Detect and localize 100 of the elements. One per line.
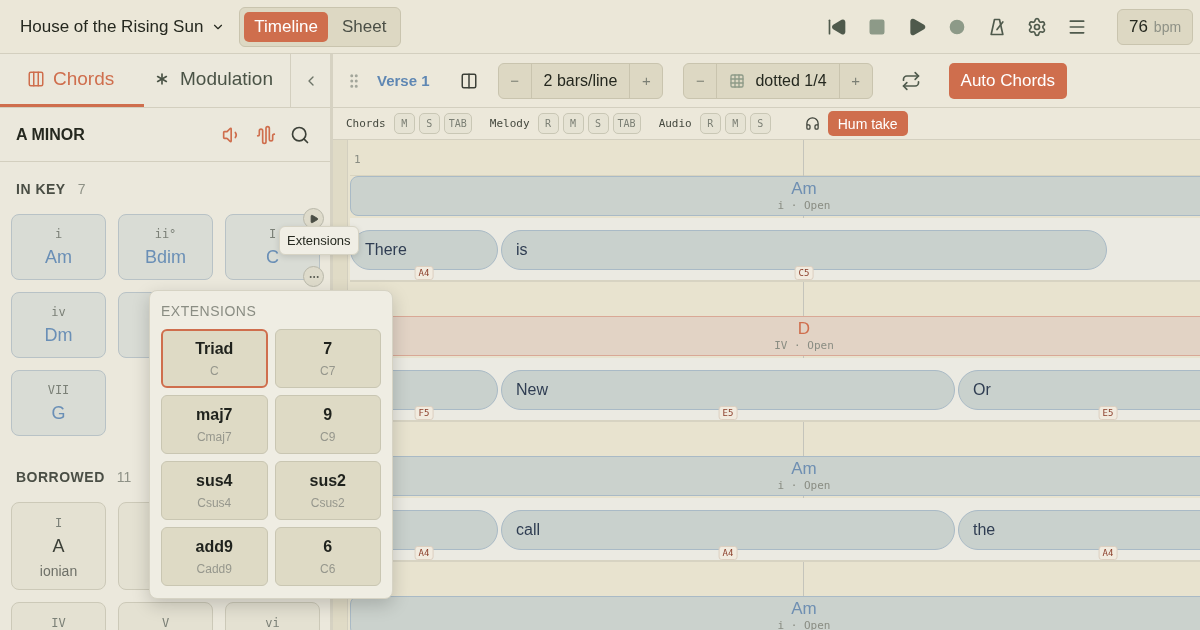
track-toggle[interactable]: M <box>393 113 415 134</box>
track-toggle[interactable]: R <box>537 113 559 134</box>
track-toggle[interactable]: M <box>724 113 746 134</box>
chord-name: Bdim <box>145 246 186 268</box>
headphones-icon[interactable] <box>804 116 820 131</box>
extension-option[interactable]: 6 C6 <box>274 527 381 586</box>
pitch-tag: F5 <box>414 406 434 420</box>
decrement-button[interactable]: − <box>684 63 717 98</box>
roman-numeral: i <box>54 226 63 241</box>
extension-option[interactable]: sus4 Csus4 <box>161 461 268 520</box>
split-view-icon[interactable] <box>459 71 478 90</box>
chord-card[interactable]: ii° Bdim <box>118 214 213 280</box>
lyric-word: is <box>516 241 528 259</box>
roman-numeral: I <box>268 226 277 241</box>
song-title-dropdown[interactable]: House of the Rising Sun <box>20 16 226 37</box>
waveform-icon[interactable] <box>256 124 276 145</box>
view-tab[interactable]: Sheet <box>331 11 397 42</box>
chord-block[interactable]: Am i · Open <box>350 176 1200 216</box>
decrement-button[interactable]: − <box>498 63 531 98</box>
track-toggle[interactable]: S <box>587 113 609 134</box>
chord-card[interactable]: V <box>118 602 213 630</box>
chord-card[interactable]: i Am <box>11 214 106 280</box>
chord-card[interactable]: VII G <box>11 370 106 436</box>
section-title: IN KEY <box>16 181 66 197</box>
section-count: 11 <box>116 469 132 485</box>
play-icon[interactable] <box>907 16 927 37</box>
lyric-note[interactable]: Or <box>958 370 1200 410</box>
lyric-word: Or <box>973 381 991 399</box>
pitch-tag: A4 <box>718 546 738 560</box>
pitch-tag: A4 <box>414 546 434 560</box>
chord-name: G <box>51 402 66 424</box>
tempo-field[interactable]: 76 bpm <box>1117 8 1193 45</box>
lyric-note[interactable]: the <box>958 510 1200 550</box>
view-tab[interactable]: Timeline <box>244 11 328 42</box>
chord-name: Am <box>791 459 817 479</box>
lyric-note[interactable]: call <box>501 510 955 550</box>
track-toggle[interactable]: S <box>749 113 771 134</box>
chord-name: Am <box>45 246 72 268</box>
lyric-note[interactable]: New <box>501 370 955 410</box>
pitch-tag: E5 <box>718 406 738 420</box>
auto-chords-button[interactable]: Auto Chords <box>948 62 1068 99</box>
chord-card[interactable]: I A ionian <box>11 502 106 590</box>
chord-name: D <box>797 319 811 339</box>
track-toggle[interactable]: TAB <box>612 113 641 134</box>
mode-name: ionian <box>39 563 78 579</box>
track-name: Audio <box>658 117 692 130</box>
key-name: A MINOR <box>16 125 85 144</box>
roman-numeral: VII <box>47 382 70 397</box>
pitch-tag: E5 <box>1098 406 1118 420</box>
pitch-tag: A4 <box>1098 546 1118 560</box>
chord-name: Am <box>791 599 817 619</box>
track-name: Melody <box>489 117 530 130</box>
play-icon <box>308 213 319 224</box>
pitch-tag: A4 <box>414 266 434 280</box>
roman-numeral: ii° <box>154 226 177 241</box>
roman-numeral: iv <box>51 304 66 319</box>
chord-name: Am <box>791 179 817 199</box>
chord-card[interactable]: IV <box>11 602 106 630</box>
roman-numeral: IV <box>51 616 66 630</box>
sidebar-tab[interactable]: Chords <box>0 54 144 107</box>
increment-button[interactable]: + <box>839 63 872 98</box>
track-name: Chords <box>346 117 386 130</box>
stepper-value: 2 bars/line <box>530 63 631 98</box>
lyric-note[interactable]: There <box>350 230 498 270</box>
section-count: 7 <box>77 181 86 197</box>
section-title: BORROWED <box>16 469 105 485</box>
chord-name: A <box>52 536 65 557</box>
loop-icon[interactable] <box>900 70 921 91</box>
extension-option[interactable]: 7 C7 <box>274 329 381 388</box>
chord-card[interactable]: vi <box>225 602 320 630</box>
tooltip: Extensions <box>279 226 359 255</box>
bar-number: 1 <box>354 153 361 166</box>
increment-button[interactable]: + <box>630 63 663 98</box>
settings-icon[interactable] <box>1027 16 1047 37</box>
pitch-tag: C5 <box>794 266 814 280</box>
metronome-icon[interactable] <box>987 16 1007 37</box>
lyric-note[interactable]: is <box>501 230 1107 270</box>
track-toggle[interactable]: TAB <box>443 113 472 134</box>
sidebar-tab[interactable]: Modulation <box>144 54 290 107</box>
chord-detail: i · Open <box>777 199 831 212</box>
extension-option[interactable]: 9 C9 <box>274 395 381 454</box>
lyric-word: call <box>516 521 540 539</box>
lyric-word: the <box>973 521 996 539</box>
chord-detail: IV · Open <box>774 339 834 352</box>
hum-take-button[interactable]: Hum take <box>827 111 908 136</box>
lyric-word: New <box>516 381 548 399</box>
extension-option[interactable]: maj7 Cmaj7 <box>161 395 268 454</box>
search-icon[interactable] <box>290 124 310 145</box>
track-toggle[interactable]: M <box>562 113 584 134</box>
track-toggle[interactable]: S <box>418 113 440 134</box>
lyric-word: There <box>365 241 407 259</box>
chord-card[interactable]: iv Dm <box>11 292 106 358</box>
extension-option[interactable]: Triad C <box>161 329 268 388</box>
section-name: Verse 1 <box>377 72 430 89</box>
roman-numeral: vi <box>265 616 280 630</box>
chord-name: Dm <box>44 324 73 346</box>
track-toggle[interactable]: R <box>699 113 721 134</box>
extension-option[interactable]: sus2 Csus2 <box>274 461 381 520</box>
extension-option[interactable]: add9 Cadd9 <box>161 527 268 586</box>
roman-numeral: I <box>54 516 63 530</box>
